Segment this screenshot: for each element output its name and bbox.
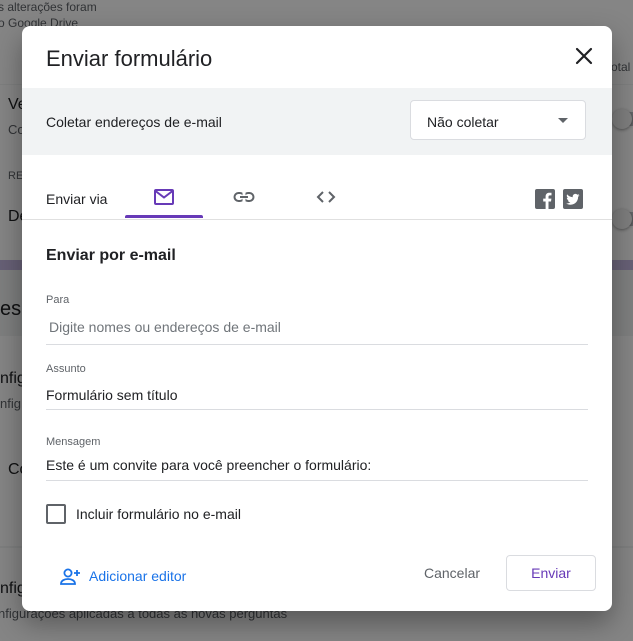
subject-input[interactable]: Formulário sem título: [46, 387, 588, 411]
email-icon: [154, 189, 174, 205]
collect-emails-label: Coletar endereços de e-mail: [46, 114, 222, 130]
active-tab-indicator: [125, 215, 203, 218]
collect-emails-bar: Coletar endereços de e-mail Não coletar: [22, 88, 612, 155]
to-label: Para: [46, 294, 70, 306]
to-input[interactable]: Digite nomes ou endereços de e-mail: [46, 319, 591, 343]
chevron-down-icon: [558, 118, 568, 123]
embed-code-icon: [316, 191, 336, 203]
collect-emails-value: Não coletar: [427, 114, 499, 130]
send-by-email-heading: Enviar por e-mail: [46, 247, 176, 264]
facebook-icon: [543, 192, 552, 209]
include-form-checkbox[interactable]: [46, 504, 66, 524]
to-underline: [46, 344, 588, 345]
add-editor-label: Adicionar editor: [89, 568, 187, 584]
subject-label: Assunto: [46, 363, 86, 375]
tab-embed[interactable]: [287, 176, 365, 220]
message-underline: [46, 480, 588, 481]
subject-underline: [46, 409, 588, 410]
twitter-icon: [566, 193, 580, 205]
tab-link[interactable]: [205, 176, 283, 220]
close-button[interactable]: [570, 42, 598, 70]
share-facebook-button[interactable]: [535, 189, 555, 209]
add-person-icon: [60, 568, 80, 585]
send-form-dialog: Enviar formulário Coletar endereços de e…: [22, 26, 612, 611]
collect-emails-select[interactable]: Não coletar: [410, 100, 586, 140]
link-icon: [233, 191, 255, 203]
tabs-divider: [22, 219, 612, 220]
share-twitter-button[interactable]: [563, 189, 583, 209]
message-label: Mensagem: [46, 436, 101, 448]
send-via-label: Enviar via: [46, 191, 108, 207]
message-input[interactable]: Este é um convite para você preencher o …: [46, 457, 588, 481]
include-form-label: Incluir formulário no e-mail: [76, 506, 241, 522]
tab-email[interactable]: [125, 176, 203, 220]
send-button[interactable]: Enviar: [506, 555, 596, 591]
dialog-title: Enviar formulário: [46, 46, 213, 71]
close-icon: [575, 47, 593, 65]
cancel-button[interactable]: Cancelar: [410, 555, 494, 591]
